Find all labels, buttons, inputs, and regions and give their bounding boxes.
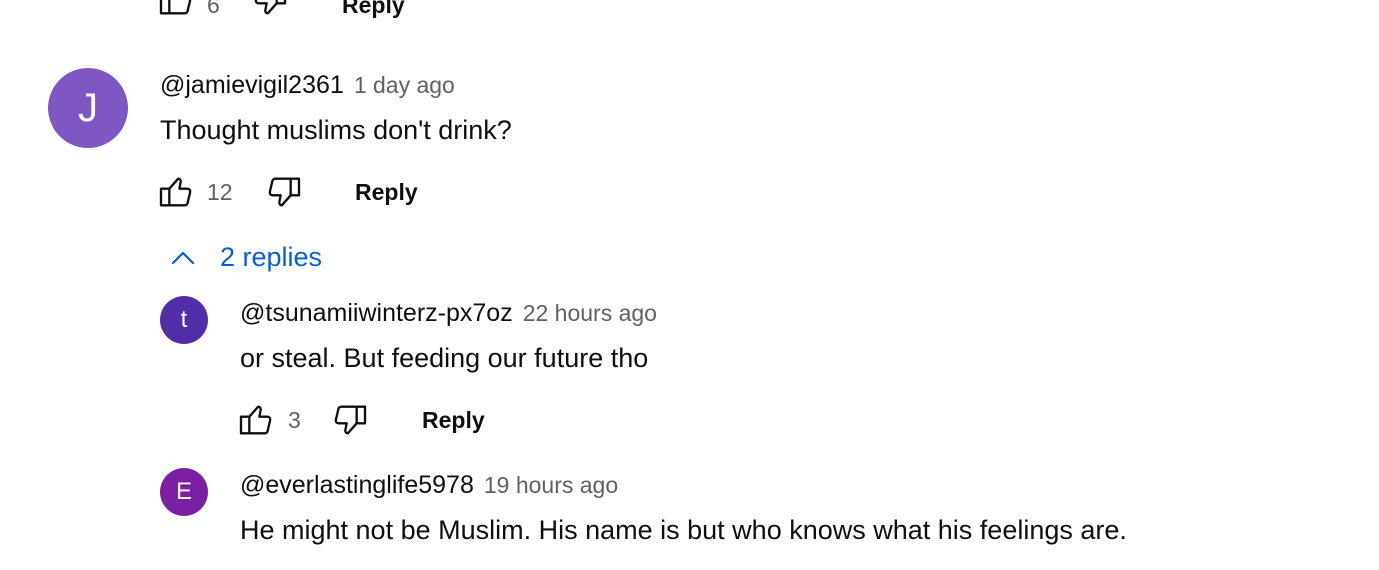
chevron-up-icon xyxy=(171,251,195,264)
thumbs-down-icon xyxy=(268,177,301,207)
avatar[interactable]: t xyxy=(160,296,208,344)
reply-button[interactable]: Reply xyxy=(422,407,485,434)
like-button[interactable] xyxy=(236,400,276,440)
reply-text: He might not be Muslim. His name is but … xyxy=(240,515,1127,545)
reply-author[interactable]: @everlastinglife5978 xyxy=(240,471,474,500)
dislike-button[interactable] xyxy=(330,400,370,440)
thumbs-up-icon xyxy=(159,177,192,207)
thumbs-up-icon xyxy=(239,405,272,435)
like-count: 12 xyxy=(207,179,233,205)
reply-time[interactable]: 22 hours ago xyxy=(523,300,657,327)
comment-time[interactable]: 1 day ago xyxy=(354,72,455,99)
reply-header: @everlastinglife5978 19 hours ago xyxy=(240,471,618,500)
avatar[interactable]: J xyxy=(48,68,128,148)
reply-header: @tsunamiiwinterz-px7oz 22 hours ago xyxy=(240,299,657,328)
avatar-letter: E xyxy=(175,478,192,505)
replies-toggle-button[interactable]: 2 replies xyxy=(168,242,322,273)
like-button[interactable] xyxy=(156,172,196,212)
like-button[interactable] xyxy=(156,0,196,20)
comment-author[interactable]: @jamievigil2361 xyxy=(160,71,344,100)
reply-time[interactable]: 19 hours ago xyxy=(484,472,618,499)
thumbs-up-icon xyxy=(159,0,192,15)
reply-text: or steal. But feeding our future tho xyxy=(240,343,649,373)
dislike-button[interactable] xyxy=(250,0,290,20)
reply-button[interactable]: Reply xyxy=(342,0,405,19)
like-count: 6 xyxy=(207,0,220,18)
thumbs-down-icon xyxy=(334,405,367,435)
avatar-letter: J xyxy=(78,85,98,130)
thumbs-down-icon xyxy=(254,0,287,15)
like-count: 3 xyxy=(288,407,301,433)
comment-text: Thought muslims don't drink? xyxy=(160,115,512,145)
reply-author[interactable]: @tsunamiiwinterz-px7oz xyxy=(240,299,513,328)
reply-button[interactable]: Reply xyxy=(355,179,418,206)
avatar[interactable]: E xyxy=(160,468,208,516)
dislike-button[interactable] xyxy=(264,172,304,212)
comment-header: @jamievigil2361 1 day ago xyxy=(160,71,455,100)
replies-count-label: 2 replies xyxy=(220,242,323,272)
avatar-letter: t xyxy=(180,306,188,333)
